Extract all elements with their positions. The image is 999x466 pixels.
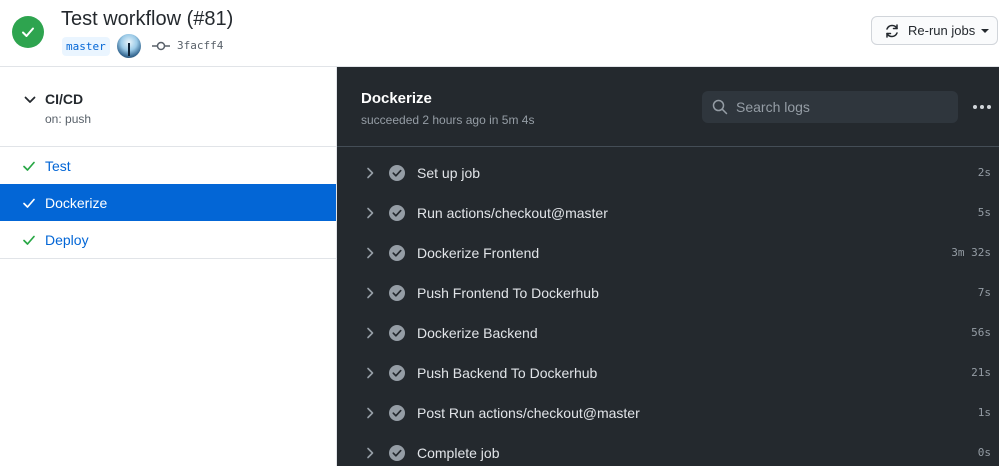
step-duration: 21s	[971, 366, 991, 379]
check-circle-icon	[389, 165, 405, 181]
caret-down-icon	[981, 28, 990, 33]
kebab-horizontal-icon[interactable]	[971, 97, 993, 117]
git-commit-icon	[152, 41, 170, 51]
step-duration: 3m 32s	[951, 246, 991, 259]
check-circle-icon	[389, 365, 405, 381]
workflow-name: CI/CD	[45, 91, 84, 107]
step-duration: 7s	[977, 286, 991, 299]
check-circle-icon	[389, 445, 405, 461]
workflow-sidebar: CI/CD on: push Test Dockerize Deploy	[0, 67, 337, 466]
job-meta: succeeded 2 hours ago in 5m 4s	[361, 113, 535, 127]
check-circle-icon	[389, 285, 405, 301]
rerun-jobs-label: Re-run jobs	[908, 23, 976, 38]
step-row[interactable]: Complete job 0s	[337, 433, 999, 466]
sidebar-item-label: Test	[45, 157, 71, 174]
chevron-down-icon	[24, 96, 36, 103]
commit-sha-link[interactable]: 3facff4	[177, 38, 223, 54]
sidebar-item-label: Deploy	[45, 231, 89, 248]
chevron-right-icon	[367, 327, 374, 339]
step-row[interactable]: Push Backend To Dockerhub 21s	[337, 353, 999, 393]
chevron-right-icon	[367, 167, 374, 179]
search-logs-input[interactable]	[736, 99, 936, 115]
step-list: Set up job 2s Run actions/checkout@maste…	[337, 153, 999, 466]
check-icon	[23, 198, 35, 208]
chevron-right-icon	[367, 407, 374, 419]
sidebar-item-test[interactable]: Test	[0, 147, 336, 184]
step-duration: 56s	[971, 326, 991, 339]
step-row[interactable]: Run actions/checkout@master 5s	[337, 193, 999, 233]
run-header: Test workflow (#81) master 3facff4 Re-ru…	[0, 0, 999, 67]
step-duration: 2s	[977, 166, 991, 179]
sidebar-item-dockerize[interactable]: Dockerize	[0, 184, 336, 221]
sidebar-item-label: Dockerize	[45, 194, 108, 211]
sync-icon	[886, 23, 898, 38]
avatar[interactable]	[117, 34, 141, 58]
step-row[interactable]: Post Run actions/checkout@master 1s	[337, 393, 999, 433]
step-duration: 5s	[977, 206, 991, 219]
chevron-right-icon	[367, 367, 374, 379]
step-name: Push Backend To Dockerhub	[417, 365, 598, 381]
check-circle-icon	[389, 205, 405, 221]
rerun-jobs-button[interactable]: Re-run jobs	[871, 16, 998, 45]
step-name: Dockerize Frontend	[417, 245, 540, 261]
step-row[interactable]: Set up job 2s	[337, 153, 999, 193]
step-row[interactable]: Push Frontend To Dockerhub 7s	[337, 273, 999, 313]
check-circle-icon	[389, 405, 405, 421]
chevron-right-icon	[367, 207, 374, 219]
chevron-right-icon	[367, 447, 374, 459]
job-log-pane: Dockerize succeeded 2 hours ago in 5m 4s…	[337, 67, 999, 466]
check-icon	[23, 235, 35, 245]
chevron-right-icon	[367, 287, 374, 299]
branch-label[interactable]: master	[62, 37, 110, 56]
step-name: Push Frontend To Dockerhub	[417, 285, 599, 301]
step-duration: 0s	[977, 446, 991, 459]
chevron-right-icon	[367, 247, 374, 259]
workflow-trigger: on: push	[45, 112, 92, 126]
step-name: Set up job	[417, 165, 481, 181]
check-circle-icon	[389, 245, 405, 261]
check-circle-icon	[12, 16, 44, 48]
search-icon	[712, 99, 728, 115]
step-row[interactable]: Dockerize Frontend 3m 32s	[337, 233, 999, 273]
check-icon	[23, 161, 35, 171]
check-circle-icon	[389, 325, 405, 341]
step-row[interactable]: Dockerize Backend 56s	[337, 313, 999, 353]
step-name: Complete job	[417, 445, 500, 461]
step-name: Post Run actions/checkout@master	[417, 405, 640, 421]
step-name: Run actions/checkout@master	[417, 205, 608, 221]
search-logs-box[interactable]	[702, 91, 958, 123]
workflow-group[interactable]: CI/CD on: push	[0, 67, 336, 147]
step-duration: 1s	[977, 406, 991, 419]
sidebar-item-deploy[interactable]: Deploy	[0, 221, 336, 258]
page-title: Test workflow (#81)	[61, 8, 234, 30]
job-header: Dockerize succeeded 2 hours ago in 5m 4s	[337, 67, 999, 147]
step-name: Dockerize Backend	[417, 325, 538, 341]
job-title: Dockerize	[361, 90, 432, 107]
job-list: Test Dockerize Deploy	[0, 147, 336, 259]
